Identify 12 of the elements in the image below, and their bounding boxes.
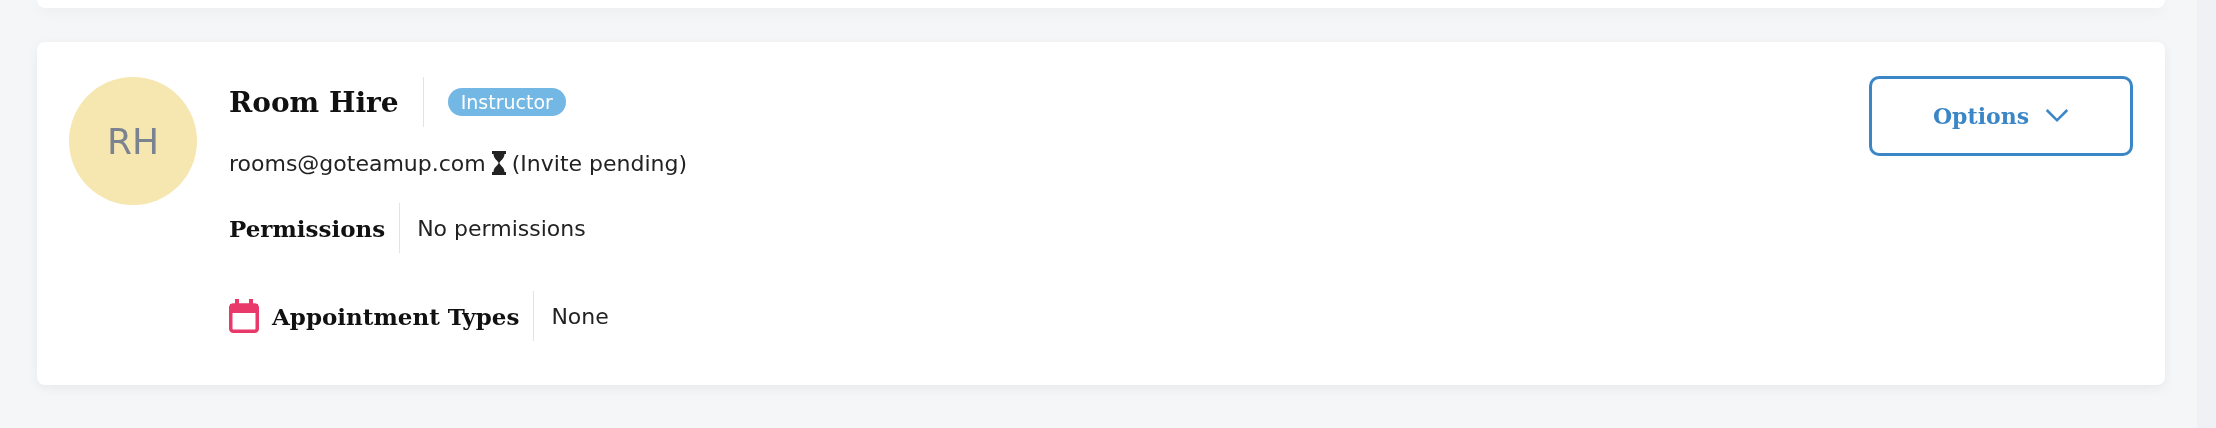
- detail-value: No permissions: [417, 215, 586, 241]
- chevron-down-icon: [2045, 108, 2070, 124]
- avatar: RH: [69, 77, 197, 205]
- detail-label: Permissions: [229, 214, 386, 242]
- detail-label: Appointment Types: [272, 302, 520, 330]
- email-text: rooms@goteamup.com: [229, 150, 486, 176]
- invite-status: (Invite pending): [511, 150, 688, 176]
- calendar-icon: [229, 299, 259, 333]
- options-button[interactable]: Options: [1869, 76, 2133, 156]
- member-name: Room Hire: [229, 85, 399, 119]
- role-badge: Instructor: [447, 88, 566, 116]
- detail-value: None: [551, 303, 609, 329]
